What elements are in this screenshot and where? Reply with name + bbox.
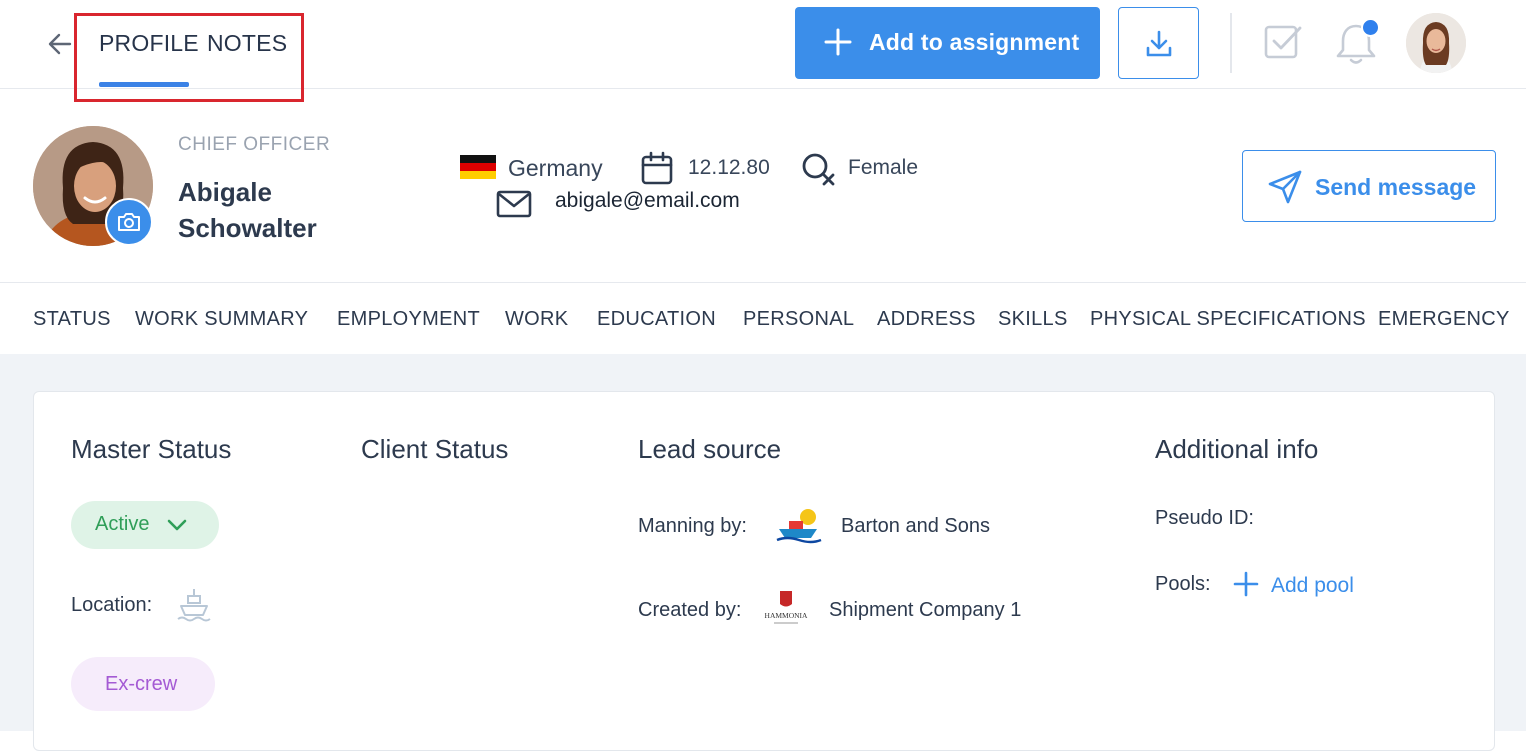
add-to-assignment-button[interactable]: Add to assignment bbox=[795, 7, 1100, 79]
master-status-title: Master Status bbox=[71, 434, 232, 464]
user-avatar-image bbox=[1406, 13, 1466, 73]
section-personal[interactable]: PERSONAL bbox=[743, 308, 854, 331]
rank-label: CHIEF OFFICER bbox=[178, 134, 331, 155]
user-avatar[interactable] bbox=[1406, 13, 1466, 73]
created-by-label: Created by: bbox=[638, 599, 742, 621]
section-work[interactable]: WORK bbox=[505, 308, 568, 331]
location-label: Location: bbox=[71, 594, 153, 616]
add-to-assignment-label: Add to assignment bbox=[869, 29, 1080, 55]
germany-flag-icon bbox=[460, 155, 496, 179]
gender-female-icon bbox=[802, 153, 835, 186]
company-logo: HAMMONIA bbox=[765, 591, 809, 624]
email-value[interactable]: abigale@email.com bbox=[555, 189, 740, 213]
client-status-title: Client Status bbox=[361, 434, 509, 464]
master-status-value: Active bbox=[95, 513, 150, 535]
checkbox-icon[interactable] bbox=[1263, 22, 1303, 62]
manning-agency-logo bbox=[776, 509, 822, 544]
country-value: Germany bbox=[508, 155, 603, 181]
send-icon bbox=[1268, 170, 1302, 204]
ship-icon bbox=[177, 589, 211, 622]
company-logo-text: HAMMONIA bbox=[765, 611, 809, 620]
manning-by-label: Manning by: bbox=[638, 515, 747, 537]
section-emergency[interactable]: EMERGENCY bbox=[1378, 308, 1510, 331]
mail-icon bbox=[496, 190, 532, 218]
profile-name: Abigale Schowalter bbox=[178, 177, 317, 243]
add-pool-label: Add pool bbox=[1271, 574, 1354, 597]
send-message-button[interactable]: Send message bbox=[1242, 150, 1496, 222]
date-of-birth-value: 12.12.80 bbox=[688, 156, 770, 179]
annotation-highlight-box bbox=[74, 13, 304, 102]
section-navigation: STATUS WORK SUMMARY EMPLOYMENT WORK EDUC… bbox=[0, 282, 1526, 355]
toolbar-divider bbox=[1230, 13, 1232, 73]
download-button[interactable] bbox=[1118, 7, 1199, 79]
manning-by-value: Barton and Sons bbox=[841, 515, 990, 537]
section-skills[interactable]: SKILLS bbox=[998, 308, 1068, 331]
back-arrow-icon[interactable] bbox=[44, 28, 76, 60]
send-message-label: Send message bbox=[1315, 174, 1477, 200]
lead-source-title: Lead source bbox=[638, 434, 782, 464]
section-status[interactable]: STATUS bbox=[33, 308, 111, 331]
created-by-value: Shipment Company 1 bbox=[829, 599, 1022, 621]
section-education[interactable]: EDUCATION bbox=[597, 308, 716, 331]
additional-info-title: Additional info bbox=[1155, 434, 1319, 464]
change-photo-button[interactable] bbox=[105, 198, 153, 246]
pseudo-id-label: Pseudo ID: bbox=[1155, 507, 1254, 529]
section-employment[interactable]: EMPLOYMENT bbox=[337, 308, 480, 331]
master-status-dropdown[interactable]: Active bbox=[71, 501, 219, 549]
notification-dot bbox=[1361, 18, 1380, 37]
section-physical-specifications[interactable]: PHYSICAL SPECIFICATIONS bbox=[1090, 308, 1366, 331]
gender-value: Female bbox=[848, 156, 919, 179]
chevron-down-icon bbox=[167, 519, 187, 531]
section-address[interactable]: ADDRESS bbox=[877, 308, 976, 331]
camera-icon bbox=[118, 213, 140, 231]
plus-icon bbox=[1233, 571, 1259, 597]
crew-status-badge: Ex-crew bbox=[71, 657, 215, 711]
calendar-icon bbox=[641, 151, 673, 185]
section-work-summary[interactable]: WORK SUMMARY bbox=[135, 308, 308, 331]
plus-icon bbox=[824, 28, 852, 56]
crew-status-label: Ex-crew bbox=[105, 673, 178, 695]
pools-label: Pools: bbox=[1155, 573, 1211, 595]
download-icon bbox=[1146, 30, 1172, 57]
